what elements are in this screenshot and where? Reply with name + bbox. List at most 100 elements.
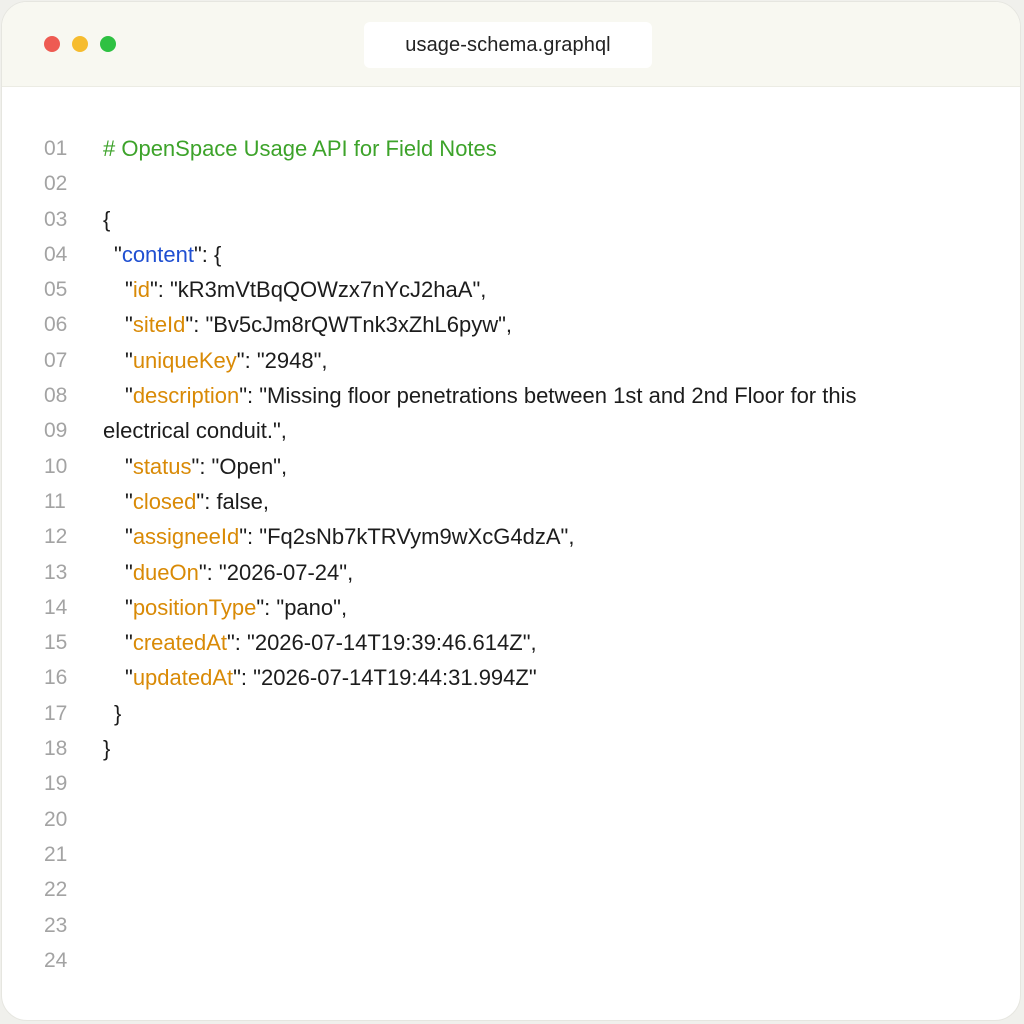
line-number: 12 bbox=[44, 525, 68, 549]
code-text: "dueOn": "2026-07-24", bbox=[125, 555, 353, 590]
json-value: ": "2948", bbox=[236, 347, 328, 373]
quote: " bbox=[114, 241, 122, 267]
code-line: 22 bbox=[2, 872, 1020, 907]
line-number: 05 bbox=[44, 278, 68, 302]
code-text: "assigneeId": "Fq2sNb7kTRVym9wXcG4dzA", bbox=[125, 519, 574, 554]
code-line: 15 "createdAt": "2026-07-14T19:39:46.614Z… bbox=[2, 625, 1020, 660]
code-line: 19 bbox=[2, 766, 1020, 801]
quote: " bbox=[125, 559, 133, 585]
line-number: 03 bbox=[44, 207, 68, 231]
quote: " bbox=[125, 277, 133, 303]
code-area[interactable]: 01 # OpenSpace Usage API for Field Notes … bbox=[2, 131, 1020, 978]
quote: " bbox=[125, 524, 133, 550]
line-number: 14 bbox=[44, 595, 68, 619]
code-line: 18} bbox=[2, 731, 1020, 766]
code-line: 03 { bbox=[2, 202, 1020, 237]
quote: " bbox=[125, 488, 133, 514]
file-tab[interactable]: usage-schema.graphql bbox=[364, 22, 652, 68]
json-key: content bbox=[121, 241, 194, 267]
quote: " bbox=[125, 594, 133, 620]
line-number: 11 bbox=[44, 489, 66, 513]
json-value: ": "Fq2sNb7kTRVym9wXcG4dzA", bbox=[239, 524, 575, 550]
code-text: "positionType": "pano", bbox=[125, 590, 347, 625]
code-text: "id": "kR3mVtBqQOWzx7nYcJ2haA", bbox=[125, 272, 486, 307]
json-key: createdAt bbox=[132, 630, 227, 656]
json-key: assigneeId bbox=[132, 524, 240, 550]
json-key: siteId bbox=[132, 312, 186, 338]
code-line: 10 "status": "Open", bbox=[2, 449, 1020, 484]
code-line: 21 bbox=[2, 837, 1020, 872]
code-comment: # OpenSpace Usage API for Field Notes bbox=[103, 136, 497, 161]
line-number: 20 bbox=[44, 807, 68, 831]
minimize-window-button[interactable] bbox=[72, 36, 88, 52]
code-line: 11 "closed": false, bbox=[2, 484, 1020, 519]
line-number: 10 bbox=[44, 454, 68, 478]
json-key: id bbox=[132, 277, 150, 303]
line-number: 07 bbox=[44, 348, 68, 372]
code-line: 02 bbox=[2, 166, 1020, 201]
file-tab-label: usage-schema.graphql bbox=[405, 33, 611, 56]
maximize-window-button[interactable] bbox=[100, 36, 116, 52]
json-key: positionType bbox=[132, 594, 257, 620]
line-number: 02 bbox=[44, 172, 68, 196]
line-number: 19 bbox=[44, 772, 68, 796]
line-number: 18 bbox=[44, 737, 68, 761]
code-text: electrical conduit.", bbox=[103, 418, 287, 444]
code-text: "description": "Missing floor penetratio… bbox=[125, 378, 856, 413]
code-line: 23 bbox=[2, 908, 1020, 943]
json-key: status bbox=[132, 453, 192, 479]
code-line: 01 # OpenSpace Usage API for Field Notes bbox=[2, 131, 1020, 166]
editor-window: usage-schema.graphql 01 # OpenSpace Usage… bbox=[1, 1, 1021, 1021]
code-text: "siteId": "Bv5cJm8rQWTnk3xZhL6pyw", bbox=[125, 307, 512, 342]
json-key: updatedAt bbox=[132, 665, 234, 691]
quote: " bbox=[125, 312, 133, 338]
json-value: ": false, bbox=[196, 488, 270, 514]
open-brace: { bbox=[103, 206, 111, 232]
json-value: ": "kR3mVtBqQOWzx7nYcJ2haA", bbox=[149, 277, 487, 303]
line-number: 21 bbox=[44, 842, 68, 866]
code-line: 08 "description": "Missing floor penetrat… bbox=[2, 378, 1020, 413]
close-window-button[interactable] bbox=[44, 36, 60, 52]
code-line: 16 "updatedAt": "2026-07-14T19:44:31.994Z… bbox=[2, 660, 1020, 695]
json-value: ": "pano", bbox=[256, 594, 348, 620]
code-line: 12 "assigneeId": "Fq2sNb7kTRVym9wXcG4dzA"… bbox=[2, 519, 1020, 554]
code-line: 20 bbox=[2, 802, 1020, 837]
code-text: "content": { bbox=[114, 237, 221, 272]
json-value: ": "Bv5cJm8rQWTnk3xZhL6pyw", bbox=[185, 312, 513, 338]
line-number: 16 bbox=[44, 666, 68, 690]
quote: " bbox=[125, 630, 133, 656]
line-number: 06 bbox=[44, 313, 68, 337]
title-bar: usage-schema.graphql bbox=[2, 2, 1020, 87]
outer-close-brace: } bbox=[103, 736, 111, 762]
json-value: ": "Open", bbox=[191, 453, 288, 479]
json-value: ": "2026-07-14T19:44:31.994Z" bbox=[233, 665, 537, 691]
json-key: closed bbox=[132, 488, 197, 514]
quote: " bbox=[125, 383, 133, 409]
line-number: 13 bbox=[44, 560, 68, 584]
code-line: 14 "positionType": "pano", bbox=[2, 590, 1020, 625]
line-number: 15 bbox=[44, 631, 68, 655]
code-line: 06 "siteId": "Bv5cJm8rQWTnk3xZhL6pyw", bbox=[2, 307, 1020, 342]
quote: " bbox=[125, 347, 133, 373]
line-number: 04 bbox=[44, 242, 68, 266]
code-line: 05 "id": "kR3mVtBqQOWzx7nYcJ2haA", bbox=[2, 272, 1020, 307]
code-line: 17} bbox=[2, 696, 1020, 731]
json-value: ": "Missing floor penetrations between 1… bbox=[239, 383, 857, 409]
json-key: uniqueKey bbox=[132, 347, 237, 373]
code-text: "createdAt": "2026-07-14T19:39:46.614Z", bbox=[125, 625, 537, 660]
code-line: 13 "dueOn": "2026-07-24", bbox=[2, 555, 1020, 590]
code-text: "uniqueKey": "2948", bbox=[125, 343, 328, 378]
quote: " bbox=[125, 453, 133, 479]
line-number: 17 bbox=[44, 701, 68, 725]
code-text: "status": "Open", bbox=[125, 449, 287, 484]
json-value: ": "2026-07-14T19:39:46.614Z", bbox=[226, 630, 537, 656]
quote: " bbox=[125, 665, 133, 691]
json-key: dueOn bbox=[132, 559, 199, 585]
line-number: 23 bbox=[44, 913, 68, 937]
json-value: ": "2026-07-24", bbox=[198, 559, 354, 585]
code-line: 09 electrical conduit.", bbox=[2, 413, 1020, 448]
line-number: 22 bbox=[44, 878, 68, 902]
code-text: "closed": false, bbox=[125, 484, 269, 519]
code-text: "updatedAt": "2026-07-14T19:44:31.994Z" bbox=[125, 660, 537, 695]
code-line: 04 "content": { bbox=[2, 237, 1020, 272]
